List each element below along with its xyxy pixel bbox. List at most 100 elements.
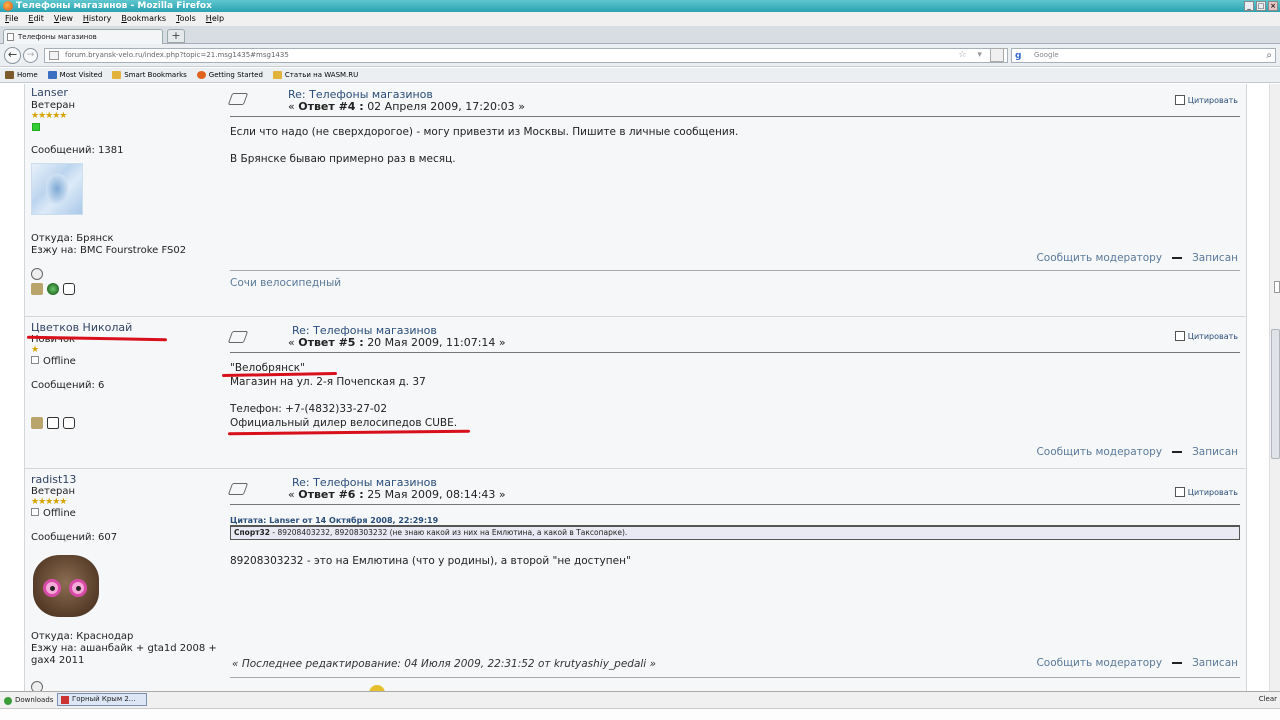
bookmark-label: Getting Started [208,70,263,79]
report-to-moderator-link[interactable]: Сообщить модератору [1036,446,1162,458]
bookmark-page-button[interactable] [990,48,1004,62]
post-divider [230,504,1240,505]
report-to-moderator-link[interactable]: Сообщить модератору [1036,252,1162,264]
email-icon[interactable] [47,417,59,429]
quote-icon [1174,331,1185,341]
post-meta: « Ответ #6 : 25 Мая 2009, 08:14:43 » [288,488,506,501]
back-button[interactable]: ← [4,47,21,64]
logged-icon [1172,253,1183,263]
site-identity-icon[interactable] [49,51,59,60]
scrollbar-thumb[interactable] [1271,329,1280,459]
bookmark-label: Статьи на WASM.RU [284,70,359,79]
minimize-button[interactable]: _ [1244,1,1254,11]
google-icon[interactable]: g [1015,50,1021,63]
website-icon[interactable] [31,681,43,691]
reply-number: Ответ #4 : [298,100,364,113]
quote-button[interactable]: Цитировать [1174,331,1238,341]
last-edited-note: « Последнее редактирование: 04 Июля 2009… [232,658,657,670]
maximize-button[interactable]: □ [1256,1,1266,11]
meta-prefix: « [288,100,295,113]
bookmark-smart-bookmarks[interactable]: Smart Bookmarks [112,68,187,82]
post-author[interactable]: Lanser [31,86,68,99]
page-icon [7,33,14,41]
new-tab-button[interactable]: + [167,29,185,43]
post-author[interactable]: Цветков Николай [31,321,132,334]
post-meta: « Ответ #5 : 20 Мая 2009, 11:07:14 » [288,336,506,349]
rank-stars-icon: ★★★★★ [31,497,67,507]
most-visited-icon [47,71,57,79]
quote-button[interactable]: Цитировать [1174,95,1238,105]
reply-number: Ответ #5 : [298,336,364,349]
downloads-label: Downloads [15,696,54,704]
bookmark-wasm[interactable]: Статьи на WASM.RU [272,68,359,82]
rank-stars-icon: ★ [31,345,39,355]
avatar-eye [43,579,61,597]
menu-edit[interactable]: Edit [28,12,44,26]
firefox-icon [3,1,13,11]
menu-help[interactable]: Help [206,12,224,26]
user-location: Откуда: Краснодар [31,631,134,642]
menu-bar: File Edit View History Bookmarks Tools H… [0,12,1280,26]
menu-view[interactable]: View [54,12,73,26]
profile-icon[interactable] [31,417,43,429]
avatar-eye [69,579,87,597]
post-divider [230,116,1240,117]
avatar [31,163,83,215]
navigation-bar: ← → forum.bryansk-velo.ru/index.php?topi… [0,44,1280,67]
clear-button[interactable]: Clear [1259,692,1277,707]
website-icon[interactable] [31,268,43,280]
logged-label: Записан [1192,252,1238,264]
personal-message-icon[interactable] [63,417,75,429]
post-author[interactable]: radist13 [31,473,76,486]
scroll-side-tab[interactable] [1274,281,1280,293]
message-count: Сообщений: 1381 [31,145,124,156]
menu-history[interactable]: History [83,12,111,26]
tab-active[interactable]: Телефоны магазинов [3,29,163,44]
post-icon [227,93,249,105]
bookmark-home[interactable]: Home [5,68,38,82]
signature-divider [230,677,1240,678]
bookmark-label: Smart Bookmarks [124,70,187,79]
download-icon [4,696,12,705]
post-icon [227,331,249,343]
quote-text: - 89208403232, 89208303232 (не знаю како… [270,528,628,537]
personal-message-icon[interactable] [63,283,75,295]
quote-button[interactable]: Цитировать [1174,487,1238,497]
search-input[interactable]: g Google ⌕ [1011,48,1276,63]
page-icon [61,696,69,704]
user-rank: Ветеран [31,100,76,111]
bookmark-most-visited[interactable]: Most Visited [47,68,102,82]
quote-author: Спорт32 [234,528,270,537]
search-icon[interactable]: ⌕ [1266,49,1272,62]
quote-label: Цитировать [1187,331,1238,341]
downloads-button[interactable]: Downloads [4,693,53,708]
quote-icon [1174,95,1185,105]
post-body-line: Если что надо (не сверхдорогое) - могу п… [230,126,739,138]
bookmarks-toolbar: Home Most Visited Smart Bookmarks Gettin… [0,68,1280,83]
taskbar-item[interactable]: Горный Крым 2... [57,693,147,706]
logged-label: Записан [1192,657,1238,669]
user-action-icons [31,681,43,691]
report-to-moderator-link[interactable]: Сообщить модератору [1036,657,1162,669]
post-body-line: "Велобрянск" [230,362,305,374]
forward-button[interactable]: → [23,48,38,63]
post-body-line: Телефон: +7-(4832)33-27-02 [230,403,388,415]
logged-label: Записан [1192,446,1238,458]
menu-file[interactable]: File [5,12,18,26]
menu-bookmarks[interactable]: Bookmarks [121,12,166,26]
post-body-line: Официальный дилер велосипедов CUBE. [230,417,458,429]
url-input[interactable]: forum.bryansk-velo.ru/index.php?topic=21… [44,48,1008,63]
page-scrollbar[interactable] [1269,84,1280,691]
signature[interactable]: Сочи велосипедный [230,277,341,289]
profile-icon[interactable] [31,283,43,295]
quote-header[interactable]: Цитата: Lanser от 14 Октября 2008, 22:29… [230,516,1240,526]
icq-icon[interactable] [47,283,59,295]
close-button[interactable]: × [1268,1,1278,11]
post-date: 20 Мая 2009, 11:07:14 [367,336,496,349]
message-count: Сообщений: 6 [31,380,105,391]
user-location: Откуда: Брянск [31,233,114,244]
quote-label: Цитировать [1187,95,1238,105]
annotation-underline [227,429,471,436]
menu-tools[interactable]: Tools [176,12,196,26]
bookmark-getting-started[interactable]: Getting Started [196,68,263,82]
